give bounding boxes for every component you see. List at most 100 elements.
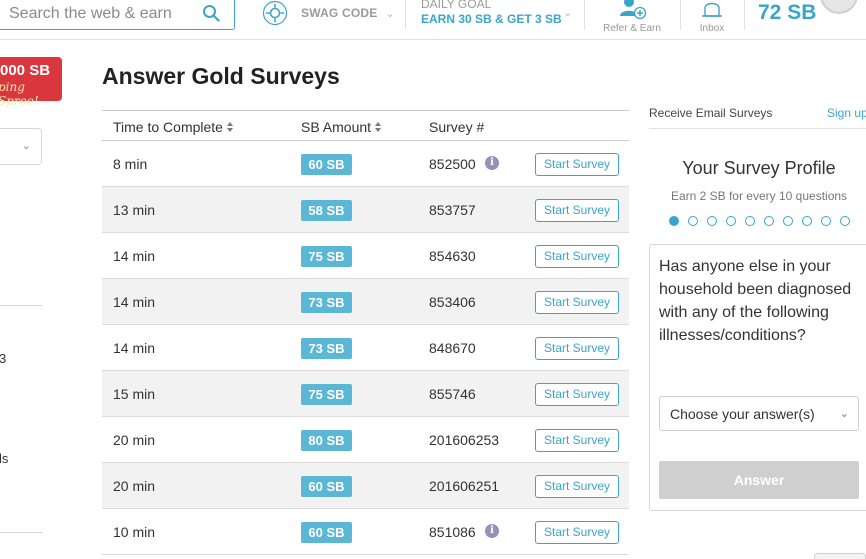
email-surveys-label: Receive Email Surveys bbox=[649, 106, 773, 120]
left-divider bbox=[0, 532, 42, 533]
table-body: 8 min 60 SB 852500 i Start Survey 13 min 58 SB… bbox=[102, 141, 629, 555]
avatar[interactable] bbox=[820, 0, 858, 14]
sort-icon[interactable] bbox=[375, 122, 382, 132]
survey-number: 853757 bbox=[429, 202, 476, 218]
sb-amount-badge: 58 SB bbox=[301, 200, 352, 221]
progress-dot bbox=[707, 216, 717, 226]
column-survey: Survey # bbox=[429, 119, 484, 135]
progress-dot bbox=[764, 216, 774, 226]
time-cell: 15 min bbox=[113, 386, 156, 402]
promo-amount: 000 SB bbox=[0, 62, 51, 79]
left-text-fragment: ls bbox=[0, 451, 9, 466]
table-row: 14 min 73 SB 853406 Start Survey bbox=[102, 279, 629, 325]
table-row: 8 min 60 SB 852500 i Start Survey bbox=[102, 141, 629, 187]
progress-dot bbox=[840, 216, 850, 226]
start-survey-button[interactable]: Start Survey bbox=[535, 291, 619, 314]
survey-number: 854630 bbox=[429, 248, 476, 264]
sb-amount-badge: 80 SB bbox=[301, 430, 352, 451]
corner-widget[interactable] bbox=[814, 553, 866, 559]
survey-number: 855746 bbox=[429, 386, 476, 402]
profile-subtitle: Earn 2 SB for every 10 questions bbox=[670, 189, 848, 203]
column-sb-label[interactable]: SB Amount bbox=[301, 119, 371, 135]
start-survey-button[interactable]: Start Survey bbox=[535, 429, 619, 452]
daily-goal-dropdown[interactable]: DAILY GOAL EARN 30 SB & GET 3 SB bbox=[421, 0, 562, 26]
start-survey-button[interactable]: Start Survey bbox=[535, 475, 619, 498]
column-survey-label: Survey # bbox=[429, 119, 485, 135]
search-input[interactable] bbox=[9, 5, 189, 23]
chevron-down-icon: ⌄ bbox=[21, 140, 31, 152]
left-dropdown[interactable]: ⌄ bbox=[0, 128, 42, 165]
progress-dot bbox=[802, 216, 812, 226]
column-time-label[interactable]: Time to Complete bbox=[113, 119, 223, 135]
table-row: 14 min 73 SB 848670 Start Survey bbox=[102, 325, 629, 371]
swag-code-dropdown[interactable]: SWAG CODE ⌄ bbox=[262, 0, 395, 26]
info-icon[interactable]: i bbox=[485, 156, 499, 170]
start-survey-button[interactable]: Start Survey bbox=[535, 383, 619, 406]
left-divider bbox=[0, 305, 42, 306]
progress-dot bbox=[669, 216, 679, 226]
sb-balance[interactable]: 72 SB bbox=[758, 1, 816, 25]
time-cell: 14 min bbox=[113, 294, 156, 310]
daily-goal-text[interactable]: EARN 30 SB & GET 3 SB bbox=[421, 12, 562, 26]
daily-goal-title: DAILY GOAL bbox=[421, 0, 492, 11]
time-cell: 14 min bbox=[113, 340, 156, 356]
survey-number: 852500 bbox=[429, 156, 476, 172]
start-survey-button[interactable]: Start Survey bbox=[535, 521, 619, 544]
survey-number: 848670 bbox=[429, 340, 476, 356]
promo-subtitle: ping Spree! bbox=[0, 80, 39, 108]
table-row: 15 min 75 SB 855746 Start Survey bbox=[102, 371, 629, 417]
sb-amount-badge: 75 SB bbox=[301, 384, 352, 405]
inbox-bell-icon bbox=[702, 2, 722, 17]
swag-code-label[interactable]: SWAG CODE bbox=[301, 6, 377, 20]
nav-divider bbox=[405, 0, 406, 30]
sb-amount-badge: 60 SB bbox=[301, 522, 352, 543]
progress-dots bbox=[669, 216, 859, 226]
column-sb-amount[interactable]: SB Amount bbox=[301, 119, 382, 135]
time-cell: 8 min bbox=[113, 156, 148, 172]
question-text: Has anyone else in your household been d… bbox=[659, 258, 852, 344]
refer-earn-label[interactable]: Refer & Earn bbox=[600, 23, 664, 34]
inbox-link[interactable]: Inbox bbox=[693, 0, 731, 34]
chevron-down-icon: ⌄ bbox=[385, 7, 395, 20]
answer-select-value[interactable]: Choose your answer(s) bbox=[670, 406, 815, 422]
table-header: Time to Complete SB Amount Survey # bbox=[102, 110, 629, 141]
question-card: Has anyone else in your household been d… bbox=[649, 244, 866, 511]
answer-button[interactable]: Answer bbox=[659, 461, 859, 499]
table-row: 20 min 80 SB 201606253 Start Survey bbox=[102, 417, 629, 463]
nav-divider bbox=[680, 0, 681, 30]
survey-number: 201606253 bbox=[429, 432, 500, 448]
table-row: 14 min 75 SB 854630 Start Survey bbox=[102, 233, 629, 279]
surveys-table: Time to Complete SB Amount Survey # 8 mi… bbox=[102, 110, 629, 555]
refer-earn-link[interactable]: Refer & Earn bbox=[600, 0, 664, 34]
promo-banner[interactable]: 000 SB ping Spree! bbox=[0, 57, 62, 108]
sb-amount-badge: 60 SB bbox=[301, 476, 352, 497]
start-survey-button[interactable]: Start Survey bbox=[535, 199, 619, 222]
progress-dot bbox=[821, 216, 831, 226]
page-title: Answer Gold Surveys bbox=[102, 63, 340, 89]
start-survey-button[interactable]: Start Survey bbox=[535, 153, 619, 176]
inbox-label[interactable]: Inbox bbox=[693, 23, 731, 34]
sb-amount-badge: 73 SB bbox=[301, 338, 352, 359]
search-box[interactable] bbox=[0, 0, 235, 30]
answer-select[interactable]: Choose your answer(s) ⌄ bbox=[659, 396, 859, 431]
app-root: SWAG CODE ⌄ DAILY GOAL EARN 30 SB & GET … bbox=[0, 0, 866, 559]
time-cell: 14 min bbox=[113, 248, 156, 264]
sb-amount-badge: 75 SB bbox=[301, 246, 352, 267]
time-cell: 20 min bbox=[113, 478, 156, 494]
chevron-down-icon[interactable]: ⌄ bbox=[563, 6, 572, 19]
time-cell: 20 min bbox=[113, 432, 156, 448]
sort-icon[interactable] bbox=[226, 122, 234, 132]
nav-divider bbox=[744, 0, 745, 30]
top-nav-bar: SWAG CODE ⌄ DAILY GOAL EARN 30 SB & GET … bbox=[0, 0, 866, 40]
info-icon[interactable]: i bbox=[485, 524, 499, 538]
start-survey-button[interactable]: Start Survey bbox=[535, 245, 619, 268]
progress-dot bbox=[726, 216, 736, 226]
left-text-fragment: 3 bbox=[0, 351, 7, 366]
refer-user-icon bbox=[620, 0, 647, 20]
column-time[interactable]: Time to Complete bbox=[113, 119, 234, 135]
time-cell: 10 min bbox=[113, 524, 156, 540]
sign-up-link[interactable]: Sign up bbox=[827, 106, 866, 120]
start-survey-button[interactable]: Start Survey bbox=[535, 337, 619, 360]
search-icon[interactable] bbox=[202, 4, 220, 22]
time-cell: 13 min bbox=[113, 202, 156, 218]
